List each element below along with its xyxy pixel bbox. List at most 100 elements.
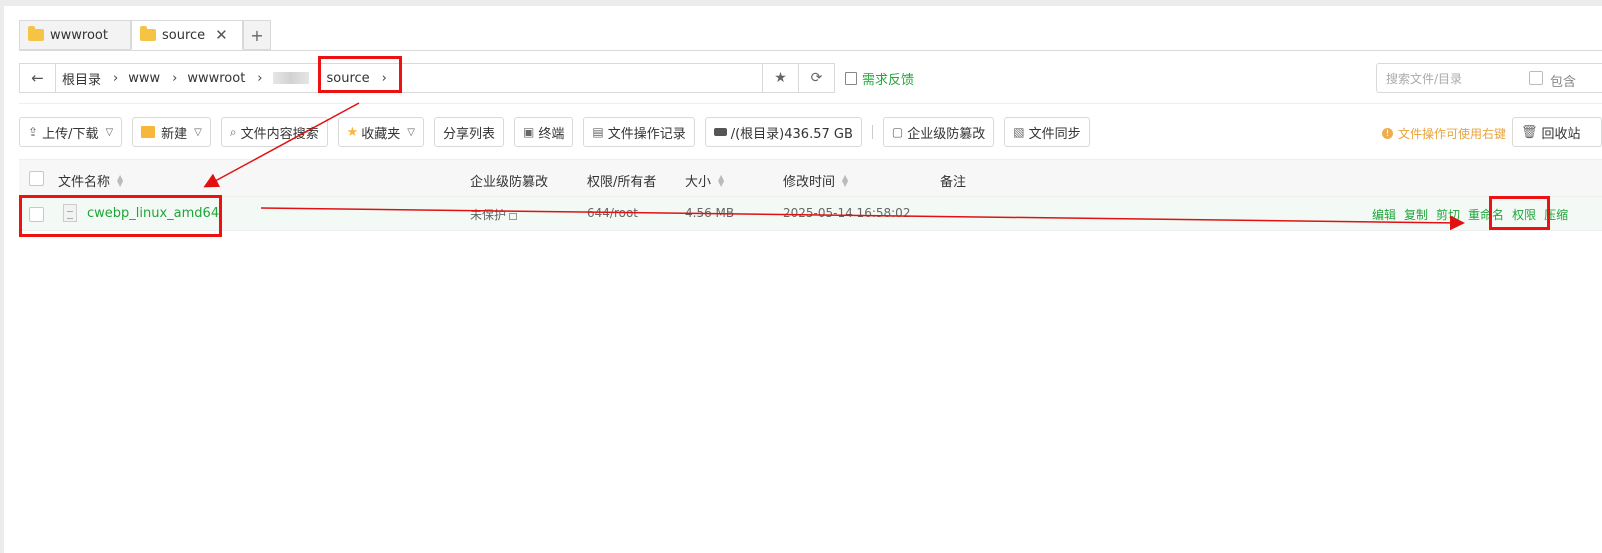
terminal-button[interactable]: ▣ 终端 — [514, 117, 574, 147]
annotation-box-permission — [1489, 196, 1550, 230]
file-sync-button[interactable]: ▧ 文件同步 — [1004, 117, 1090, 147]
lock-icon — [509, 213, 518, 220]
button-label: 上传/下载 — [42, 126, 99, 142]
column-mtime[interactable]: 修改时间 ▲ ▼ — [783, 171, 848, 190]
button-label: 文件操作记录 — [607, 126, 686, 142]
feedback-label: 需求反馈 — [862, 73, 915, 88]
button-label: 文件内容搜索 — [240, 126, 319, 142]
toolbar: ⇪ 上传/下载 ▽ 新建 ▽ ⌕ 文件内容搜索 ★ 收藏夹 ▽ 分享列表 ▣ 终… — [19, 117, 1100, 147]
tab-label: wwwroot — [50, 27, 108, 43]
folder-icon — [28, 26, 44, 41]
tip-text: 文件操作可使用右键 — [1398, 127, 1507, 141]
chevron-right-icon: › — [257, 70, 263, 86]
recycle-bin-button[interactable]: 🗑 回收站 — [1512, 117, 1602, 147]
mtime-cell: 2025-05-14 16:58:02 — [783, 206, 911, 220]
favorites-button[interactable]: ★ 收藏夹 ▽ — [337, 117, 424, 147]
breadcrumb-item-root[interactable]: 根目录 › — [62, 69, 118, 88]
upload-download-button[interactable]: ⇪ 上传/下载 ▽ — [19, 117, 123, 147]
add-tab-button[interactable]: + — [243, 20, 271, 50]
table-row[interactable]: cwebp_linux_amd64 未保护 644/root 4.56 MB 2… — [19, 197, 1602, 231]
copy-action[interactable]: 复制 — [1404, 206, 1428, 223]
breadcrumb: 根目录 › www › wwwroot › source › — [56, 64, 762, 92]
tab-label: source — [162, 27, 206, 43]
edit-action[interactable]: 编辑 — [1372, 206, 1396, 223]
column-note: 备注 — [940, 171, 966, 190]
select-all-checkbox[interactable] — [29, 171, 44, 186]
feedback-icon — [845, 72, 857, 85]
breadcrumb-label: 根目录 — [62, 72, 102, 88]
permission-cell[interactable]: 644/root — [587, 206, 638, 220]
feedback-link[interactable]: 需求反馈 — [845, 69, 914, 88]
tab-source[interactable]: source ✕ — [131, 20, 243, 50]
chevron-down-icon: ▽ — [105, 126, 114, 138]
table-header: 文件名称 ▲ ▼ 企业级防篡改 权限/所有者 大小 ▲ ▼ 修改时间 ▲ ▼ 备注 — [19, 159, 1602, 197]
button-label: 收藏夹 — [361, 126, 401, 142]
column-name[interactable]: 文件名称 ▲ ▼ — [58, 171, 123, 190]
new-button[interactable]: 新建 ▽ — [132, 117, 211, 147]
tamper-label: 未保护 — [470, 208, 507, 222]
info-icon: ! — [1382, 128, 1393, 139]
trash-icon: 🗑 — [1521, 124, 1538, 140]
favorite-star-icon[interactable]: ★ — [762, 64, 798, 92]
document-icon: ▤ — [592, 125, 604, 139]
right-click-tip: ! 文件操作可使用右键 — [1382, 125, 1506, 142]
separator — [871, 125, 873, 139]
tamper-proof-button[interactable]: ▢ 企业级防篡改 — [882, 117, 995, 147]
chevron-down-icon: ▽ — [407, 126, 415, 138]
cut-action[interactable]: 剪切 — [1436, 206, 1460, 223]
column-label: 文件名称 — [58, 175, 111, 190]
sort-icon: ▲ ▼ — [117, 172, 124, 188]
column-permission: 权限/所有者 — [587, 171, 656, 190]
button-label: 分享列表 — [443, 126, 496, 142]
path-bar: ← 根目录 › www › wwwroot › source › ★ ⟳ — [19, 63, 835, 93]
column-label: 企业级防篡改 — [470, 175, 549, 190]
chevron-right-icon: › — [113, 70, 119, 86]
column-label: 大小 — [685, 175, 712, 190]
size-cell: 4.56 MB — [685, 206, 735, 220]
tab-bar: wwwroot source ✕ + — [19, 20, 271, 50]
search-icon: ⌕ — [229, 124, 237, 139]
button-label: 新建 — [161, 126, 188, 142]
breadcrumb-label: wwwroot — [187, 70, 246, 86]
include-subdir-checkbox[interactable] — [1529, 71, 1543, 85]
tab-divider — [19, 50, 1602, 51]
sort-icon: ▲ ▼ — [718, 172, 725, 188]
breadcrumb-item-redacted[interactable] — [272, 72, 309, 84]
column-tamper: 企业级防篡改 — [470, 171, 548, 190]
tamper-status[interactable]: 未保护 — [470, 206, 518, 223]
back-button[interactable]: ← — [20, 64, 56, 92]
close-icon[interactable]: ✕ — [215, 26, 228, 44]
sync-icon: ▧ — [1013, 125, 1025, 139]
search-placeholder: 搜索文件/目录 — [1386, 71, 1463, 86]
column-label: 权限/所有者 — [587, 175, 657, 190]
breadcrumb-item-wwwroot[interactable]: wwwroot › — [187, 71, 262, 86]
breadcrumb-item-www[interactable]: www › — [128, 71, 177, 86]
chevron-down-icon: ▽ — [194, 126, 202, 138]
divider — [19, 103, 1602, 104]
search-input[interactable]: 搜索文件/目录 包含 — [1376, 63, 1602, 93]
button-label: 回收站 — [1541, 126, 1581, 142]
column-label: 备注 — [940, 175, 967, 190]
breadcrumb-label: www — [128, 70, 161, 86]
tab-wwwroot[interactable]: wwwroot — [19, 20, 131, 50]
content-search-button[interactable]: ⌕ 文件内容搜索 — [220, 117, 328, 147]
annotation-box-source — [318, 56, 402, 93]
sort-icon: ▲ ▼ — [842, 172, 849, 188]
refresh-icon[interactable]: ⟳ — [798, 64, 834, 92]
operation-log-button[interactable]: ▤ 文件操作记录 — [583, 117, 695, 147]
redacted-segment — [272, 72, 309, 84]
disk-icon — [713, 128, 727, 136]
folder-icon — [140, 26, 156, 41]
button-label: 企业级防篡改 — [907, 126, 986, 142]
include-label: 包含 — [1550, 75, 1577, 90]
annotation-box-file — [19, 195, 222, 237]
terminal-icon: ▣ — [523, 125, 535, 139]
share-list-button[interactable]: 分享列表 — [434, 117, 505, 147]
file-manager: wwwroot source ✕ + ← 根目录 › www › wwwroot… — [4, 6, 1602, 553]
column-label: 修改时间 — [783, 175, 836, 190]
button-label: 文件同步 — [1028, 126, 1081, 142]
disk-button[interactable]: /(根目录)436.57 GB — [704, 117, 862, 147]
column-size[interactable]: 大小 ▲ ▼ — [685, 171, 724, 190]
button-label: 终端 — [538, 126, 565, 142]
chevron-right-icon: › — [172, 70, 178, 86]
